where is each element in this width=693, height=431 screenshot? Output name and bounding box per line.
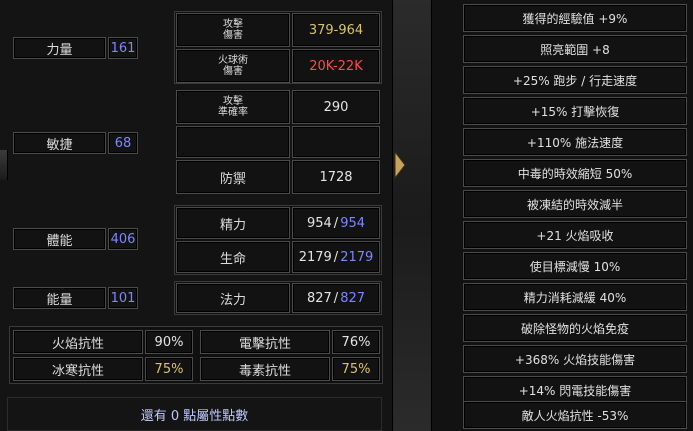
bonus-row: 精力消耗減緩 40% (463, 283, 687, 311)
bonuses-list: 獲得的經驗值 +9% 照亮範圍 +8 +25% 跑步 / 行走速度 +15% 打… (463, 4, 687, 429)
strength-value: 161 (108, 37, 138, 59)
strength-label: 力量 (13, 37, 106, 59)
left-edge-ornament (0, 150, 8, 180)
bonus-row: 照亮範圍 +8 (463, 35, 687, 63)
mana-label: 法力 (176, 283, 290, 313)
bonus-row: 中毒的時效縮短 50% (463, 159, 687, 187)
bonus-row: +21 火焰吸收 (463, 221, 687, 249)
bonus-text: 照亮範圍 +8 (540, 43, 610, 57)
bonus-row: 使目標減慢 10% (463, 252, 687, 280)
lightning-resist-value: 76% (332, 330, 380, 354)
remaining-points-text: 還有 0 點屬性點數 (140, 408, 249, 424)
bonus-row: +25% 跑步 / 行走速度 (463, 66, 687, 94)
empty-stat-value (292, 126, 380, 158)
bonus-text: 精力消耗減緩 40% (523, 291, 627, 305)
life-current: 2179 (298, 249, 332, 265)
bonus-text: 使目標減慢 10% (529, 260, 621, 274)
life-label: 生命 (176, 241, 290, 273)
mana-separator: / (333, 290, 339, 306)
defense-label: 防禦 (176, 160, 290, 194)
bonus-row: +110% 施法速度 (463, 128, 687, 156)
fire-resist-label: 火焰抗性 (13, 330, 143, 354)
mana-current: 827 (306, 290, 332, 306)
bonus-text: 獲得的經驗值 +9% (522, 12, 628, 26)
divider-border-left (392, 0, 393, 431)
attack-damage-label: 攻擊 傷害 (176, 13, 290, 47)
bonus-text: 破除怪物的火焰免疫 (520, 322, 629, 336)
mana-value: 827 / 827 (292, 283, 380, 313)
stamina-max: 954 (340, 215, 366, 231)
bonus-row: +368% 火焰技能傷害 (463, 345, 687, 373)
bonus-text: 中毒的時效縮短 50% (517, 167, 633, 181)
empty-stat-label (176, 126, 290, 158)
poison-resist-label: 毒素抗性 (200, 357, 330, 381)
right-chevron-icon[interactable] (392, 148, 408, 182)
fire-resist-value: 90% (145, 330, 193, 354)
attack-damage-value: 379-964 (292, 13, 380, 47)
bonus-text: +15% 打擊恢復 (530, 105, 620, 119)
energy-value: 101 (108, 287, 138, 309)
bonus-text: +368% 火焰技能傷害 (514, 353, 636, 367)
panel-divider (392, 0, 432, 431)
dexterity-value: 68 (108, 132, 138, 154)
bonus-text: 被凍結的時效減半 (526, 198, 623, 212)
stamina-current: 954 (306, 215, 332, 231)
energy-label: 能量 (13, 287, 106, 309)
bonus-text: +110% 施法速度 (526, 136, 624, 150)
stamina-label: 精力 (176, 207, 290, 239)
bonus-row: +15% 打擊恢復 (463, 97, 687, 125)
attack-rating-value: 290 (292, 90, 380, 124)
vitality-value: 406 (108, 228, 138, 250)
bonus-row: 獲得的經驗值 +9% (463, 4, 687, 32)
bonus-row: 破除怪物的火焰免疫 (463, 314, 687, 342)
vitality-label: 體能 (13, 228, 106, 250)
life-separator: / (333, 249, 339, 265)
cold-resist-label: 冰寒抗性 (13, 357, 143, 381)
fire-damage-label: 火球術 傷害 (176, 49, 290, 83)
bonus-row: +14% 閃電技能傷害 (463, 376, 687, 404)
life-max: 2179 (340, 249, 374, 265)
stamina-value: 954 / 954 (292, 207, 380, 239)
mana-max: 827 (340, 290, 366, 306)
bonus-row: 被凍結的時效減半 (463, 190, 687, 218)
right-chevron-icon-svg (394, 150, 406, 180)
attack-rating-label: 攻擊 準確率 (176, 90, 290, 124)
bonus-text: +21 火焰吸收 (536, 229, 614, 243)
bonus-text: 敵人火焰抗性 -53% (521, 409, 629, 423)
stamina-separator: / (333, 215, 339, 231)
bonus-row: 敵人火焰抗性 -53% (463, 401, 687, 429)
bonus-text: +14% 閃電技能傷害 (518, 384, 632, 398)
dexterity-label: 敏捷 (13, 132, 106, 154)
cold-resist-value: 75% (145, 357, 193, 381)
fire-damage-value: 20K-22K (292, 49, 380, 83)
poison-resist-value: 75% (332, 357, 380, 381)
life-value: 2179 / 2179 (292, 241, 380, 273)
bonus-text: +25% 跑步 / 行走速度 (512, 74, 638, 88)
defense-value: 1728 (292, 160, 380, 194)
lightning-resist-label: 電擊抗性 (200, 330, 330, 354)
